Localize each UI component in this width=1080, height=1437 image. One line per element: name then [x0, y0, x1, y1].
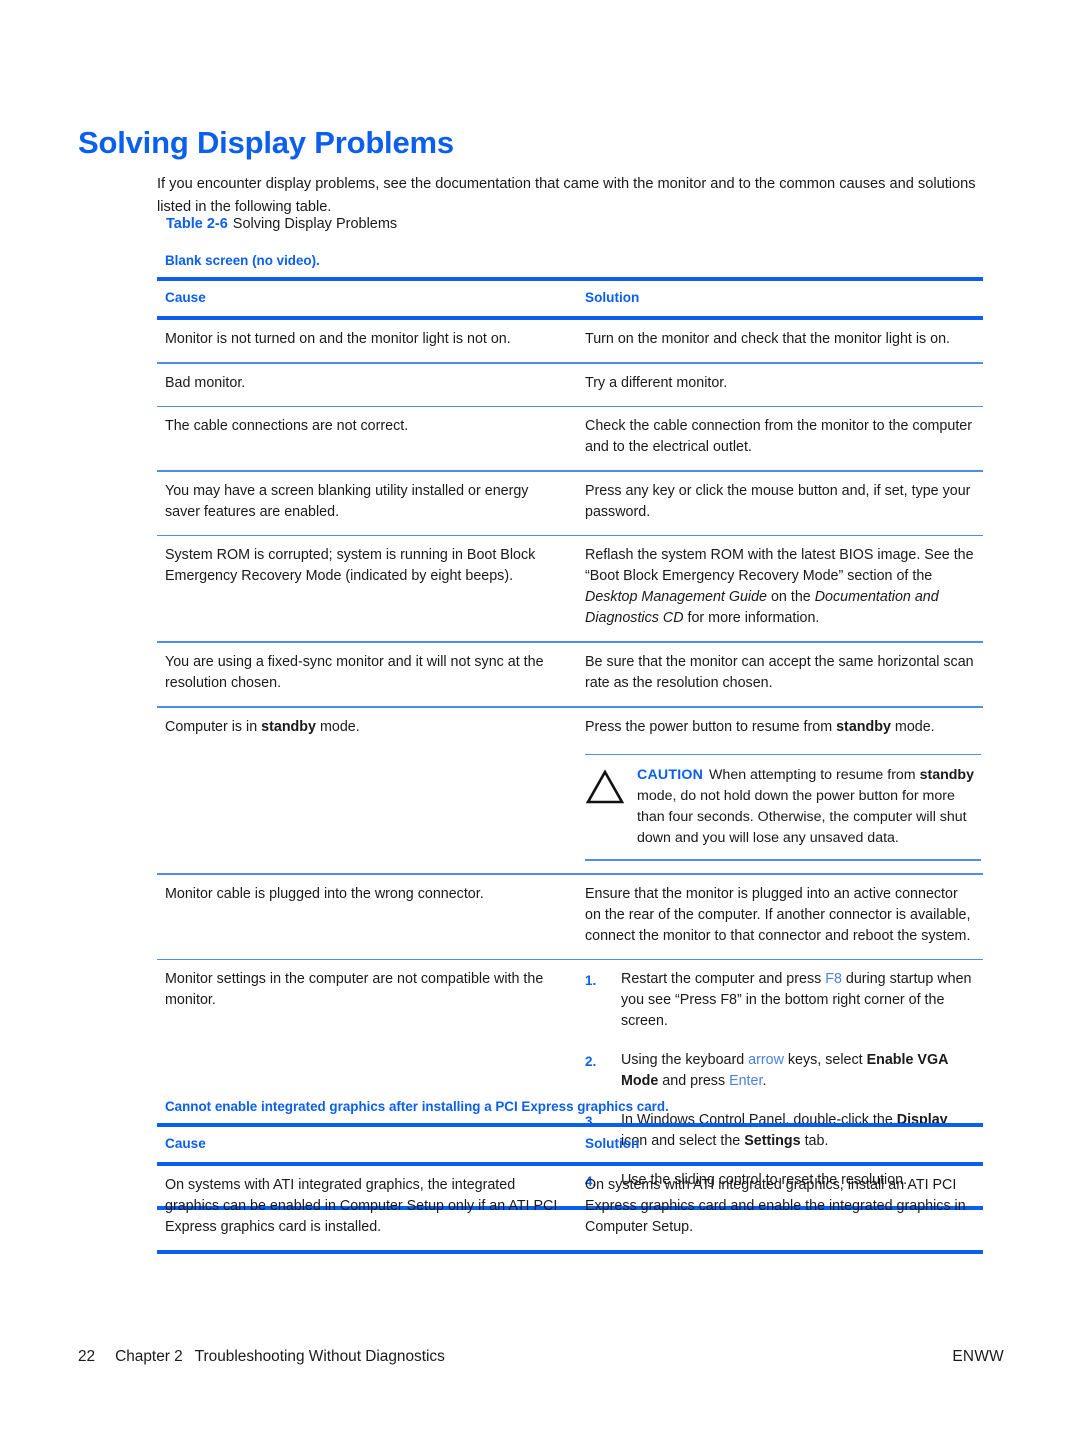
column-header-cause-label: Cause	[165, 1136, 206, 1151]
cell-cause-text: Monitor cable is plugged into the wrong …	[165, 885, 484, 902]
cell-solution-text: Turn on the monitor and check that the m…	[585, 331, 951, 347]
solution-step: 1. Restart the computer and press F8 duri…	[585, 969, 977, 1032]
table-integrated-graphics: Cannot enable integrated graphics after …	[157, 1098, 983, 1254]
page-title: Solving Display Problems	[78, 124, 454, 160]
caution-note-bottom-rule	[585, 859, 981, 862]
table-row: Monitor cable is plugged into the wrong …	[157, 875, 983, 959]
cell-solution-text: On systems with ATI integrated graphics,…	[585, 1177, 966, 1235]
column-header-cause: Cause	[157, 1127, 577, 1162]
cell-solution: Check the cable connection from the moni…	[577, 407, 983, 470]
table-row: You may have a screen blanking utility i…	[157, 472, 983, 535]
table-blank-screen: Blank screen (no video). Cause Solution Mon…	[157, 252, 983, 1211]
cell-solution: Press any key or click the mouse button …	[577, 472, 983, 535]
table-row: System ROM is corrupted; system is runni…	[157, 536, 983, 641]
footer-locale: ENWW	[952, 1348, 1004, 1365]
caution-label: CAUTION	[637, 767, 704, 784]
cell-solution-text: Reflash the system ROM with the latest B…	[585, 547, 974, 627]
cell-cause: The cable connections are not correct.	[157, 407, 577, 449]
caution-note-body: CAUTION When attempting to resume from st…	[585, 755, 977, 859]
footer-chapter: Chapter 2	[115, 1348, 183, 1365]
cell-cause: You are using a fixed-sync monitor and i…	[157, 643, 577, 706]
key-name: Enter	[729, 1073, 763, 1090]
solution-step-text: Using the keyboard arrow keys, select En…	[621, 1052, 948, 1090]
cell-cause-text: You are using a fixed-sync monitor and i…	[165, 653, 544, 691]
cell-solution: Turn on the monitor and check that the m…	[577, 320, 983, 362]
table-header-row: Cause Solution	[157, 1127, 983, 1162]
cell-cause-text: Bad monitor.	[165, 374, 246, 391]
column-header-solution-label: Solution	[585, 1136, 640, 1151]
footer-left-group: 22 Chapter 2 Troubleshooting Without Dia…	[78, 1348, 445, 1366]
cell-solution: Press the power button to resume from st…	[577, 708, 983, 874]
cell-cause-text: On systems with ATI integrated graphics,…	[165, 1177, 558, 1235]
column-header-solution: Solution	[577, 1127, 983, 1162]
table-row: Bad monitor. Try a different monitor.	[157, 364, 983, 406]
solution-step-number: 1.	[585, 973, 597, 989]
cell-solution: Try a different monitor.	[577, 364, 983, 406]
cell-solution: Be sure that the monitor can accept the …	[577, 643, 983, 706]
intro-paragraph: If you encounter display problems, see t…	[157, 175, 976, 215]
solution-step-text: Restart the computer and press F8 during…	[621, 971, 972, 1030]
table-bottom-rule	[157, 1250, 983, 1254]
cell-cause: Computer is in standby mode.	[157, 708, 577, 750]
cell-cause-text: Monitor settings in the computer are not…	[165, 971, 544, 1009]
cell-cause-text: Monitor is not turned on and the monitor…	[165, 331, 511, 347]
cell-cause: Bad monitor.	[157, 364, 577, 406]
table-header-row: Cause Solution	[157, 281, 983, 316]
cell-cause: On systems with ATI integrated graphics,…	[157, 1166, 577, 1250]
table-caption: Table 2-6 Solving Display Problems	[166, 216, 397, 232]
cell-solution-text: Check the cable connection from the moni…	[585, 418, 973, 456]
solution-step: 2. Using the keyboard arrow keys, select …	[585, 1050, 977, 1092]
key-name: arrow	[748, 1052, 784, 1069]
table-section-title: Cannot enable integrated graphics after …	[165, 1099, 669, 1114]
cell-cause: You may have a screen blanking utility i…	[157, 472, 577, 535]
cell-cause-text: Computer is in standby mode.	[165, 718, 360, 735]
cell-cause: Monitor cable is plugged into the wrong …	[157, 875, 577, 917]
footer-chapter-title: Troubleshooting Without Diagnostics	[194, 1348, 445, 1365]
cell-solution-text: Press the power button to resume from st…	[585, 718, 935, 735]
page-footer: 22 Chapter 2 Troubleshooting Without Dia…	[78, 1348, 1004, 1366]
cell-cause-text: You may have a screen blanking utility i…	[165, 482, 529, 520]
footer-page-number: 22	[78, 1348, 96, 1365]
cell-solution: On systems with ATI integrated graphics,…	[577, 1166, 983, 1250]
cell-cause: System ROM is corrupted; system is runni…	[157, 536, 577, 599]
column-header-solution-label: Solution	[585, 290, 640, 305]
cell-cause-text: System ROM is corrupted; system is runni…	[165, 547, 536, 585]
column-header-cause-label: Cause	[165, 290, 206, 305]
document-page: Solving Display Problems If you encounte…	[0, 0, 1080, 1437]
table-caption-number: Table 2-6	[166, 216, 228, 232]
table-row: On systems with ATI integrated graphics,…	[157, 1166, 983, 1250]
column-header-cause: Cause	[157, 281, 577, 316]
table-row: Monitor is not turned on and the monitor…	[157, 320, 983, 362]
column-header-solution: Solution	[577, 281, 983, 316]
cell-solution: Ensure that the monitor is plugged into …	[577, 875, 983, 959]
cell-cause-text: The cable connections are not correct.	[165, 418, 409, 435]
cell-solution-text: Try a different monitor.	[585, 374, 728, 391]
solution-step-number: 2.	[585, 1054, 597, 1070]
cell-solution-text: Be sure that the monitor can accept the …	[585, 653, 974, 691]
table-row: The cable connections are not correct. Ch…	[157, 407, 983, 470]
cell-solution-text: Press any key or click the mouse button …	[585, 482, 971, 520]
cell-solution-text: Ensure that the monitor is plugged into …	[585, 885, 971, 944]
cell-cause: Monitor settings in the computer are not…	[157, 960, 577, 1023]
cell-solution: Reflash the system ROM with the latest B…	[577, 536, 983, 641]
table-row: You are using a fixed-sync monitor and i…	[157, 643, 983, 706]
table-row: Computer is in standby mode. Press the po…	[157, 708, 983, 874]
table-section-title: Blank screen (no video).	[165, 253, 320, 268]
caution-note-text: CAUTION When attempting to resume from st…	[637, 767, 974, 847]
table-caption-title: Solving Display Problems	[232, 216, 398, 232]
key-name: F8	[825, 971, 842, 988]
cell-cause: Monitor is not turned on and the monitor…	[157, 320, 577, 362]
caution-note: CAUTION When attempting to resume from st…	[585, 753, 981, 862]
caution-triangle-icon	[585, 765, 637, 805]
